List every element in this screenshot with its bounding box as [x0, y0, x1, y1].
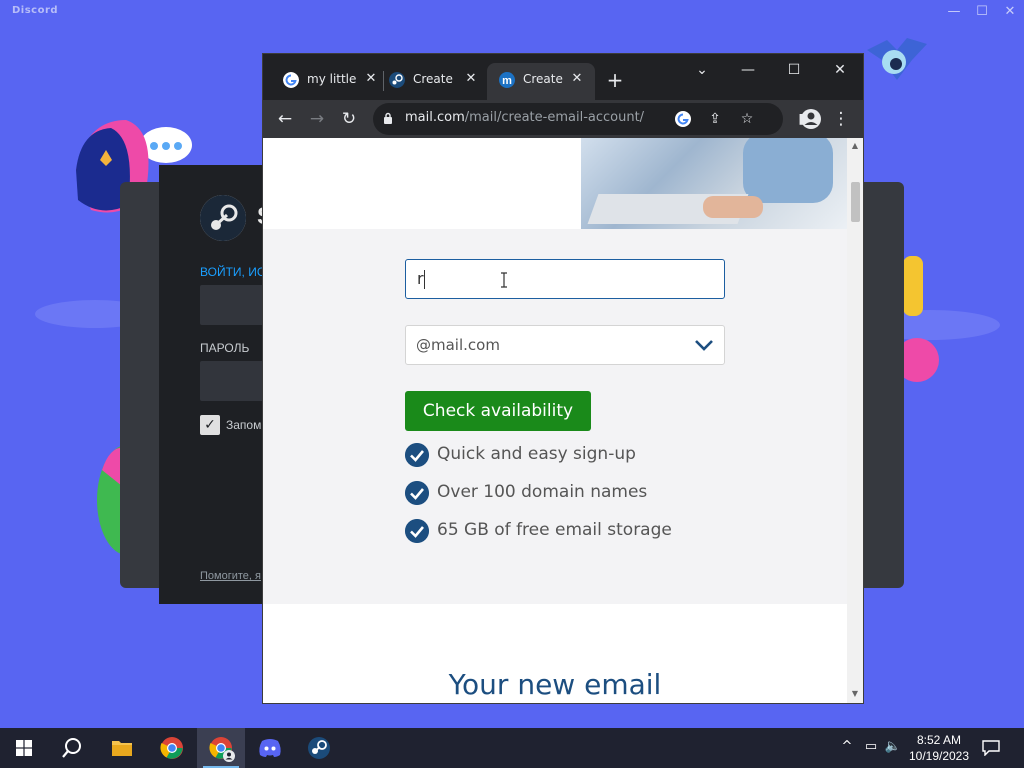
steam-help-link[interactable]: Помогите, я — [200, 570, 261, 582]
tab-label: Create — [413, 72, 453, 86]
taskbar-file-explorer[interactable] — [98, 728, 146, 768]
steam-remember-label: Запом — [226, 418, 262, 432]
new-tab-button[interactable]: + — [603, 68, 627, 92]
hero-photo-detail — [703, 196, 763, 218]
lock-icon — [384, 112, 392, 124]
clock-date: 10/19/2023 — [908, 749, 970, 763]
steam-login-window: S ВОЙТИ, ИС ПАРОЛЬ ✓ Запом Помогите, я — [159, 165, 280, 604]
browser-toolbar: ← → ↻ mail.com/mail/create-email-account… — [263, 100, 863, 138]
taskbar-discord[interactable] — [246, 728, 294, 768]
tab-my-little[interactable]: my little ✕ — [271, 63, 383, 100]
svg-text:m: m — [502, 75, 512, 87]
taskbar-steam[interactable] — [295, 728, 343, 768]
tab-label: my little — [307, 72, 357, 86]
network-icon[interactable]: ▭ — [862, 738, 880, 756]
taskbar-chrome-profile[interactable] — [197, 728, 245, 768]
hero-photo-detail — [743, 138, 833, 203]
discord-logo: Discord — [12, 5, 59, 16]
discord-minimize-button[interactable]: — — [940, 2, 968, 22]
email-username-input[interactable]: r — [405, 259, 725, 299]
page-viewport: r @mail.com Check availability Quick and… — [263, 138, 847, 703]
google-lens-icon[interactable] — [673, 109, 693, 129]
ibeam-cursor-icon — [501, 272, 507, 288]
tab-create-steam[interactable]: Create ✕ — [377, 63, 485, 100]
steam-password-label: ПАРОЛЬ — [200, 341, 250, 355]
url-path: /mail/create-email-account/ — [464, 110, 645, 125]
steam-login-label: ВОЙТИ, ИС — [200, 265, 266, 279]
chrome-profile-icon — [209, 737, 235, 762]
tab-strip: my little ✕ Create ✕ m Create ✕ + ⌄ — ☐ … — [263, 54, 863, 100]
domain-select-value: @mail.com — [416, 336, 500, 354]
reload-icon[interactable]: ↻ — [337, 107, 361, 131]
tab-close-icon[interactable]: ✕ — [569, 71, 585, 87]
steam-logo-icon — [200, 195, 246, 241]
start-button[interactable] — [0, 728, 48, 768]
back-arrow-icon[interactable]: ← — [273, 107, 297, 131]
profile-avatar-icon[interactable] — [799, 107, 823, 131]
clock[interactable]: 8:52 AM 10/19/2023 — [904, 732, 974, 764]
close-button[interactable]: ✕ — [817, 58, 863, 82]
url-text: mail.com/mail/create-email-account/ — [405, 110, 644, 125]
page-scrollbar[interactable]: ▲ ▼ — [847, 138, 863, 703]
discord-icon — [259, 739, 281, 757]
checkmark-icon — [405, 481, 429, 505]
url-host: mail.com — [405, 110, 465, 125]
scroll-down-arrow-icon[interactable]: ▼ — [850, 689, 860, 699]
scrollbar-thumb[interactable] — [851, 182, 860, 222]
text-caret — [424, 270, 425, 289]
hero-image — [263, 138, 847, 229]
search-icon — [62, 738, 81, 758]
bookmark-star-icon[interactable]: ☆ — [737, 109, 757, 129]
clock-time: 8:52 AM — [916, 733, 962, 747]
scroll-up-arrow-icon[interactable]: ▲ — [850, 141, 860, 151]
windows-start-icon — [16, 740, 32, 756]
discord-title-bar: Discord — ☐ ✕ — [0, 0, 1024, 24]
address-bar[interactable]: mail.com/mail/create-email-account/ ⇪ ☆ — [373, 103, 783, 135]
mailcom-icon: m — [499, 72, 515, 88]
chrome-icon — [160, 737, 183, 759]
file-explorer-icon — [112, 741, 132, 756]
discord-close-button[interactable]: ✕ — [996, 2, 1024, 22]
menu-kebab-icon[interactable]: ⋮ — [829, 107, 853, 131]
tab-create-mailcom[interactable]: m Create ✕ — [487, 63, 595, 100]
tab-search-dropdown-icon[interactable]: ⌄ — [679, 58, 725, 82]
checkmark-icon — [405, 519, 429, 543]
feature-text: 65 GB of free email storage — [437, 520, 672, 540]
steam-icon — [389, 72, 405, 88]
section-heading: Your new email — [448, 668, 662, 701]
forward-arrow-icon[interactable]: → — [305, 107, 329, 131]
steam-remember-checkbox[interactable]: ✓ — [200, 415, 220, 435]
tab-label: Create — [523, 72, 563, 86]
email-input-value: r — [417, 269, 424, 288]
steam-icon — [308, 737, 330, 759]
taskbar-search-button[interactable] — [48, 728, 96, 768]
discord-bat-illustration — [867, 38, 927, 80]
google-icon — [283, 72, 299, 88]
tab-close-icon[interactable]: ✕ — [463, 71, 479, 87]
checkmark-icon — [405, 443, 429, 467]
feature-text: Quick and easy sign-up — [437, 444, 636, 464]
domain-select[interactable]: @mail.com — [405, 325, 725, 365]
share-icon[interactable]: ⇪ — [705, 109, 725, 129]
chrome-window: my little ✕ Create ✕ m Create ✕ + ⌄ — ☐ … — [262, 53, 864, 704]
chevron-down-icon — [695, 340, 713, 351]
maximize-button[interactable]: ☐ — [771, 58, 817, 82]
taskbar-chrome[interactable] — [148, 728, 196, 768]
show-hidden-icons-chevron-icon[interactable]: ^ — [838, 738, 856, 756]
volume-muted-icon[interactable]: 🔈 — [884, 738, 902, 756]
discord-maximize-button[interactable]: ☐ — [968, 2, 996, 22]
notification-icon[interactable] — [982, 740, 1000, 756]
windows-taskbar: ^ ▭ 🔈 8:52 AM 10/19/2023 — [0, 728, 1024, 768]
feature-text: Over 100 domain names — [437, 482, 648, 502]
check-availability-button[interactable]: Check availability — [405, 391, 591, 431]
minimize-button[interactable]: — — [725, 58, 771, 82]
